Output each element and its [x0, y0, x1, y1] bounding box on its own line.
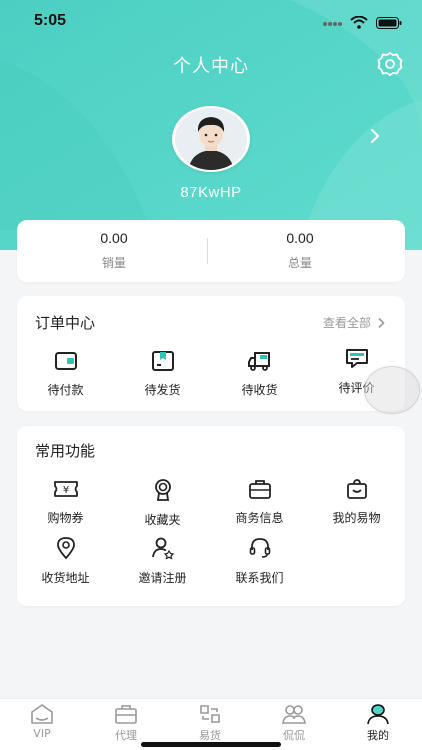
- signal-icon: [322, 14, 342, 33]
- function-contact-label: 联系我们: [235, 571, 284, 585]
- invite-user-icon: [151, 537, 174, 560]
- function-coupons-label: 购物券: [47, 511, 84, 525]
- order-pending-receipt-label: 待收货: [241, 383, 278, 397]
- order-pending-shipment[interactable]: 待发货: [114, 350, 211, 398]
- function-my-barter[interactable]: 我的易物: [308, 478, 405, 526]
- bag-icon: [346, 479, 367, 499]
- stat-sales-value: 0.00: [100, 230, 128, 246]
- chevron-right-icon: [378, 317, 385, 328]
- exchange-icon: [200, 705, 220, 723]
- tab-mine-label: 我的: [367, 729, 389, 742]
- briefcase-icon: [248, 480, 271, 499]
- order-pending-shipment-label: 待发货: [144, 383, 181, 397]
- briefcase-icon: [115, 705, 137, 724]
- function-favorites[interactable]: 收藏夹: [114, 478, 211, 528]
- tab-chat-label: 侃侃: [283, 729, 305, 742]
- user-icon: [367, 704, 389, 725]
- location-icon: [56, 537, 75, 560]
- wallet-icon: [54, 352, 77, 370]
- tab-vip-label: VIP: [33, 727, 51, 740]
- avatar[interactable]: [172, 106, 250, 172]
- stat-sales[interactable]: 0.00 销量: [17, 230, 211, 271]
- stat-total[interactable]: 0.00 总量: [203, 230, 397, 271]
- settings-button[interactable]: [376, 50, 404, 78]
- page-title: 个人中心: [173, 56, 249, 77]
- home-icon: [31, 704, 53, 724]
- function-contact[interactable]: 联系我们: [211, 536, 308, 586]
- tab-agent[interactable]: 代理: [84, 703, 168, 743]
- function-my-barter-label: 我的易物: [332, 511, 381, 525]
- view-all-label: 查看全部: [322, 316, 371, 330]
- stat-total-value: 0.00: [286, 230, 314, 246]
- status-bar: 5:05: [0, 0, 422, 44]
- stat-sales-label: 销量: [101, 256, 126, 270]
- people-icon: [282, 705, 306, 724]
- order-pending-payment[interactable]: 待付款: [17, 350, 114, 398]
- status-time: 5:05: [34, 12, 67, 29]
- tab-chat[interactable]: 侃侃: [252, 703, 336, 743]
- function-business-info-label: 商务信息: [235, 511, 284, 525]
- order-pending-payment-label: 待付款: [47, 383, 84, 397]
- stats-card: 0.00 销量 0.00 总量: [17, 220, 405, 282]
- order-pending-receipt[interactable]: 待收货: [211, 350, 308, 398]
- gear-icon: [377, 52, 403, 76]
- headset-icon: [249, 538, 270, 558]
- tab-mine[interactable]: 我的: [336, 703, 420, 743]
- tab-barter[interactable]: 易货: [168, 703, 252, 743]
- view-all-orders-link[interactable]: 查看全部: [323, 314, 385, 331]
- orders-title: 订单中心: [35, 314, 96, 332]
- wifi-icon: [350, 14, 368, 33]
- tab-vip[interactable]: VIP: [0, 703, 84, 740]
- svg-text:¥: ¥: [62, 485, 68, 496]
- function-business-info[interactable]: 商务信息: [211, 478, 308, 526]
- battery-icon: [376, 14, 402, 33]
- function-invite[interactable]: 邀请注册: [114, 536, 211, 586]
- functions-title: 常用功能: [35, 442, 96, 460]
- profile-arrow-icon[interactable]: [368, 126, 382, 146]
- function-coupons[interactable]: ¥ 购物券: [17, 478, 114, 526]
- tab-barter-label: 易货: [199, 729, 221, 742]
- tab-agent-label: 代理: [115, 729, 137, 742]
- home-indicator: [141, 742, 281, 747]
- stat-total-label: 总量: [287, 256, 312, 270]
- function-address[interactable]: 收货地址: [17, 536, 114, 586]
- comment-icon: [345, 349, 368, 368]
- function-invite-label: 邀请注册: [138, 571, 187, 585]
- assistive-touch-button[interactable]: [364, 366, 420, 414]
- functions-card: 常用功能 ¥ 购物券 收藏夹 商务信息 我的易物 收货地址 邀请注册 联系我们: [17, 426, 405, 606]
- medal-icon: [154, 479, 171, 501]
- username: 87KwHP: [180, 184, 242, 201]
- function-address-label: 收货地址: [41, 571, 90, 585]
- truck-icon: [247, 352, 270, 371]
- function-favorites-label: 收藏夹: [144, 513, 181, 527]
- coupon-icon: ¥: [53, 481, 78, 497]
- package-icon: [151, 351, 174, 371]
- orders-card: 订单中心 查看全部 待付款 待发货 待收货 待评价: [17, 296, 405, 411]
